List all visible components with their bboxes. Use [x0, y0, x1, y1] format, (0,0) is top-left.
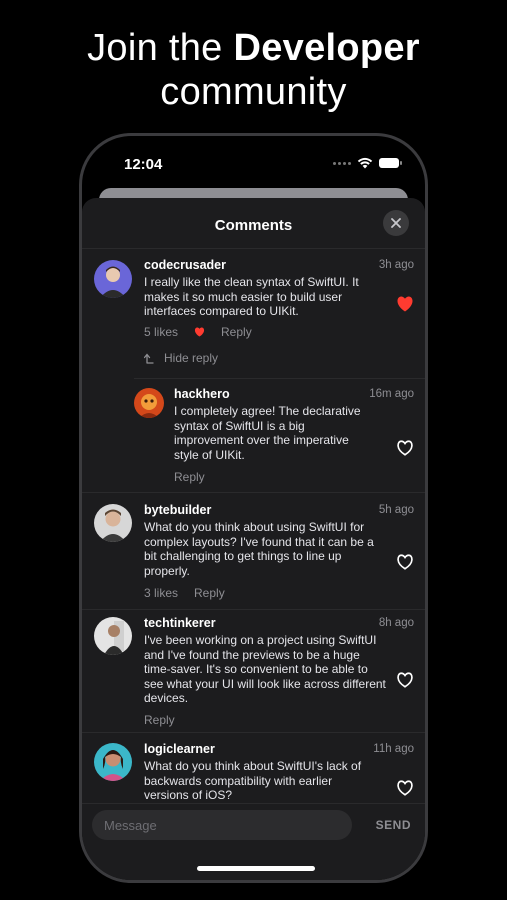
- promo-line1-bold: Developer: [233, 27, 420, 69]
- comment-time: 8h ago: [378, 617, 414, 629]
- divider: [82, 492, 425, 493]
- comment-hackhero: hackhero 16m ago I completely agree! The…: [134, 386, 414, 486]
- hide-reply-label: Hide reply: [164, 351, 219, 365]
- comment-time: 5h ago: [378, 504, 414, 516]
- like-button[interactable]: [396, 295, 414, 313]
- like-button[interactable]: [396, 671, 414, 689]
- reply-button[interactable]: Reply: [221, 325, 252, 339]
- comment-codecrusader: codecrusader 3h ago I really like the cl…: [94, 258, 414, 378]
- comment-text: I've been working on a project using Swi…: [144, 633, 386, 705]
- reply-button[interactable]: Reply: [174, 470, 205, 484]
- avatar[interactable]: [134, 388, 164, 418]
- comment-username[interactable]: codecrusader: [144, 258, 226, 272]
- divider: [134, 378, 425, 379]
- reply-button[interactable]: Reply: [144, 713, 175, 727]
- comment-username[interactable]: hackhero: [174, 387, 230, 401]
- comment-username[interactable]: bytebuilder: [144, 503, 211, 517]
- comments-sheet: Comments codecrusader 3h ago I really li…: [82, 198, 425, 880]
- send-button[interactable]: SEND: [376, 818, 411, 832]
- comment-meta: Reply: [144, 713, 175, 727]
- composer-bar: SEND: [82, 804, 425, 880]
- comment-text: What do you think about SwiftUI's lack o…: [144, 759, 362, 802]
- like-button[interactable]: [396, 779, 414, 797]
- likes-count[interactable]: 3 likes: [144, 586, 178, 600]
- divider: [82, 732, 425, 733]
- avatar[interactable]: [94, 617, 132, 655]
- comment-username[interactable]: logiclearner: [144, 742, 215, 756]
- wifi-icon: [357, 157, 373, 169]
- battery-icon: [379, 158, 402, 168]
- comment-meta: 3 likes Reply: [144, 586, 225, 600]
- comment-text: What do you think about using SwiftUI fo…: [144, 520, 374, 578]
- promo-line2: community: [160, 71, 347, 113]
- divider: [82, 609, 425, 610]
- sheet-title: Comments: [214, 217, 293, 234]
- avatar[interactable]: [94, 260, 132, 298]
- header-divider: [82, 248, 425, 249]
- comment-time: 3h ago: [378, 259, 414, 271]
- comment-techtinkerer: techtinkerer 8h ago I've been working on…: [94, 615, 414, 727]
- comment-username[interactable]: techtinkerer: [144, 616, 216, 630]
- status-time: 12:04: [124, 156, 163, 173]
- promo-line1-prefix: Join the: [87, 27, 234, 69]
- comment-time: 11h ago: [373, 743, 414, 755]
- status-icons: [333, 157, 402, 169]
- home-indicator: [197, 866, 315, 871]
- like-button[interactable]: [396, 439, 414, 457]
- promo-headline: Join the Developer community: [0, 26, 507, 114]
- phone-frame: 12:04 Comments codecrusader 3h ago I rea…: [79, 133, 428, 883]
- comment-time: 16m ago: [369, 388, 414, 400]
- close-icon: [391, 218, 401, 228]
- signal-icon: [333, 161, 351, 165]
- avatar[interactable]: [94, 743, 132, 781]
- reply-button[interactable]: Reply: [194, 586, 225, 600]
- comment-logiclearner: logiclearner 11h ago What do you think a…: [94, 741, 414, 811]
- message-input[interactable]: [92, 810, 352, 840]
- avatar[interactable]: [94, 504, 132, 542]
- comment-text: I completely agree! The declarative synt…: [174, 404, 361, 462]
- arrow-up-icon: [144, 352, 154, 364]
- comment-meta: 5 likes Reply: [144, 325, 252, 339]
- close-button[interactable]: [383, 210, 409, 236]
- heart-filled-icon: [194, 327, 205, 337]
- hide-reply-button[interactable]: Hide reply: [144, 351, 218, 365]
- likes-count[interactable]: 5 likes: [144, 325, 178, 339]
- comment-meta: Reply: [174, 470, 205, 484]
- comment-bytebuilder: bytebuilder 5h ago What do you think abo…: [94, 502, 414, 602]
- comment-text: I really like the clean syntax of SwiftU…: [144, 275, 359, 318]
- like-button[interactable]: [396, 553, 414, 571]
